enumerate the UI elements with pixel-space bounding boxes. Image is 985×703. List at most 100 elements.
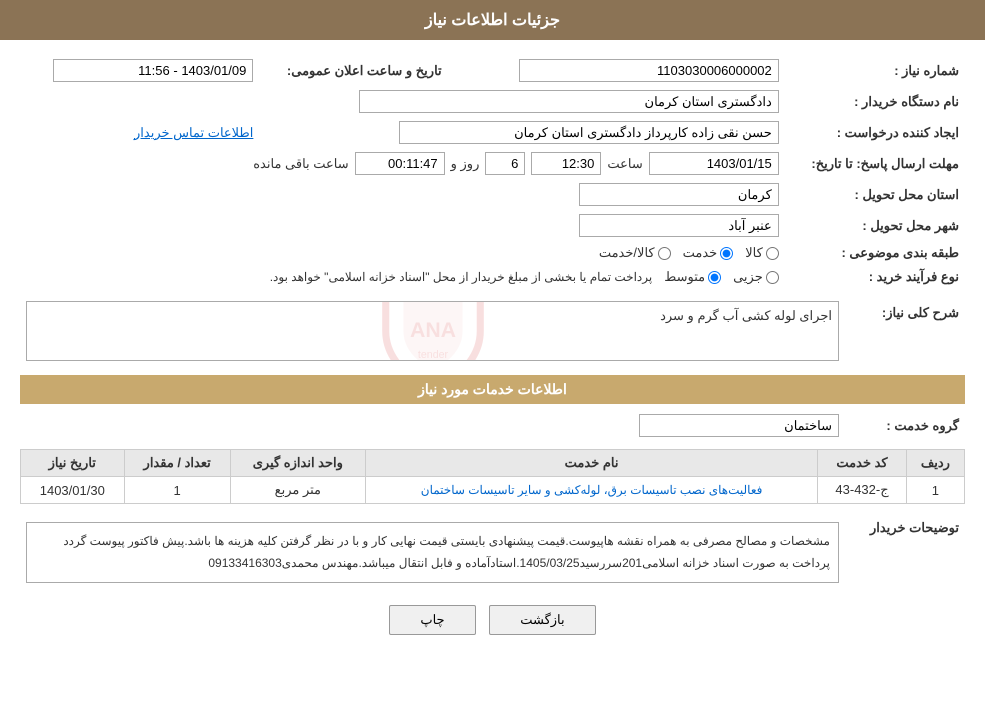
- page-wrapper: جزئیات اطلاعات نیاز شماره نیاز : تاریخ و…: [0, 0, 985, 703]
- buyer-notes-box: مشخصات و مصالح مصرفی به همراه نقشه هاپیو…: [26, 522, 839, 583]
- tabaghe-radio-group: کالا خدمت کالا/خدمت: [26, 245, 779, 261]
- noe-value-cell: جزیی متوسط پرداخت تمام یا بخشی از مبلغ خ…: [20, 265, 785, 289]
- shahr-value-cell: [20, 210, 785, 241]
- services-header-row: ردیف کد خدمت نام خدمت واحد اندازه گیری ت…: [21, 450, 965, 477]
- tarikh-elam-label: تاریخ و ساعت اعلان عمومی:: [259, 55, 447, 86]
- dastgah-label: نام دستگاه خریدار :: [785, 86, 965, 117]
- ijad-label: ایجاد کننده درخواست :: [785, 117, 965, 148]
- date-input[interactable]: [649, 152, 779, 175]
- sharh-label: شرح کلی نیاز:: [845, 297, 965, 365]
- services-tbody: 1 ج-432-43 فعالیت‌های نصب تاسیسات برق، ل…: [21, 477, 965, 504]
- radio-kala-khadamat[interactable]: کالا/خدمت: [599, 245, 671, 261]
- radio-jozi-input[interactable]: [766, 271, 779, 284]
- group-label: گروه خدمت :: [845, 410, 965, 441]
- saat-label-text: ساعت: [607, 156, 642, 172]
- tosifat-row: توضیحات خریدار مشخصات و مصالح مصرفی به ه…: [20, 512, 965, 593]
- shomara-input[interactable]: [519, 59, 779, 82]
- radio-khadamat-input[interactable]: [720, 247, 733, 260]
- radio-kala-khadamat-input[interactable]: [658, 247, 671, 260]
- col-kod: کد خدمت: [818, 450, 907, 477]
- shomara-label: شماره نیاز :: [785, 55, 965, 86]
- sharh-table: شرح کلی نیاز: ANA tender اجرای لوله کشی …: [20, 297, 965, 365]
- rooz-label-text: روز و: [451, 156, 480, 172]
- radio-motevaset[interactable]: متوسط: [664, 269, 721, 285]
- cell-nam: فعالیت‌های نصب تاسیسات برق، لوله‌کشی و س…: [365, 477, 817, 504]
- cell-tarikh: 1403/01/30: [21, 477, 125, 504]
- tarikh-elam-value-cell: [20, 55, 259, 86]
- ostan-input[interactable]: [579, 183, 779, 206]
- services-section-header: اطلاعات خدمات مورد نیاز: [20, 375, 965, 404]
- ijad-input[interactable]: [399, 121, 779, 144]
- shomara-value-cell: [478, 55, 785, 86]
- ostan-row: استان محل تحویل :: [20, 179, 965, 210]
- radio-motevaset-input[interactable]: [708, 271, 721, 284]
- shomara-row: شماره نیاز : تاریخ و ساعت اعلان عمومی:: [20, 55, 965, 86]
- sharh-row: شرح کلی نیاز: ANA tender اجرای لوله کشی …: [20, 297, 965, 365]
- saat-baqi-label-text: ساعت باقی مانده: [253, 156, 348, 172]
- svg-text:tender: tender: [417, 349, 448, 361]
- radio-khadamat-label: خدمت: [683, 245, 718, 261]
- shahr-input[interactable]: [579, 214, 779, 237]
- services-thead: ردیف کد خدمت نام خدمت واحد اندازه گیری ت…: [21, 450, 965, 477]
- ijad-row: ایجاد کننده درخواست : اطلاعات تماس خریدا…: [20, 117, 965, 148]
- col-tedaad: تعداد / مقدار: [124, 450, 230, 477]
- tosifat-label: توضیحات خریدار: [845, 512, 965, 593]
- noe-radio-group: جزیی متوسط پرداخت تمام یا بخشی از مبلغ خ…: [26, 269, 779, 285]
- saat-baqi-input[interactable]: [355, 152, 445, 175]
- cell-radif: 1: [906, 477, 964, 504]
- tabaghe-label: طبقه بندی موضوعی :: [785, 241, 965, 265]
- content-area: شماره نیاز : تاریخ و ساعت اعلان عمومی: ن…: [0, 40, 985, 662]
- tosifat-table: توضیحات خریدار مشخصات و مصالح مصرفی به ه…: [20, 512, 965, 593]
- buyer-notes-text: مشخصات و مصالح مصرفی به همراه نقشه هاپیو…: [63, 534, 830, 570]
- dastgah-row: نام دستگاه خریدار :: [20, 86, 965, 117]
- radio-khadamat[interactable]: خدمت: [683, 245, 734, 261]
- dastgah-input[interactable]: [359, 90, 779, 113]
- bottom-buttons: بازگشت چاپ: [20, 605, 965, 635]
- col-tarikh: تاریخ نیاز: [21, 450, 125, 477]
- radio-jozi-label: جزیی: [733, 269, 763, 285]
- sharh-value-cell: ANA tender اجرای لوله کشی آب گرم و سرد: [20, 297, 845, 365]
- tabaghe-value-cell: کالا خدمت کالا/خدمت: [20, 241, 785, 265]
- mohlat-row: مهلت ارسال پاسخ: تا تاریخ: ساعت روز و سا…: [20, 148, 965, 179]
- group-value-cell: [20, 410, 845, 441]
- sharh-text: اجرای لوله کشی آب گرم و سرد: [33, 308, 832, 324]
- noe-row: نوع فرآیند خرید : جزیی متوسط پرداخت تمام…: [20, 265, 965, 289]
- ostan-label: استان محل تحویل :: [785, 179, 965, 210]
- table-row: 1 ج-432-43 فعالیت‌های نصب تاسیسات برق، ل…: [21, 477, 965, 504]
- services-table: ردیف کد خدمت نام خدمت واحد اندازه گیری ت…: [20, 449, 965, 504]
- page-header: جزئیات اطلاعات نیاز: [0, 0, 985, 40]
- tarikh-elam-input[interactable]: [53, 59, 253, 82]
- group-table: گروه خدمت :: [20, 410, 965, 441]
- ostan-value-cell: [20, 179, 785, 210]
- col-radif: ردیف: [906, 450, 964, 477]
- radio-motevaset-label: متوسط: [664, 269, 705, 285]
- main-info-table: شماره نیاز : تاریخ و ساعت اعلان عمومی: ن…: [20, 55, 965, 289]
- saat-input[interactable]: [531, 152, 601, 175]
- ettelaat-tamas-link[interactable]: اطلاعات تماس خریدار: [134, 125, 253, 140]
- cell-kod: ج-432-43: [818, 477, 907, 504]
- radio-kala-khadamat-label: کالا/خدمت: [599, 245, 655, 261]
- bazgasht-button[interactable]: بازگشت: [489, 605, 595, 635]
- noe-label: نوع فرآیند خرید :: [785, 265, 965, 289]
- tosifat-value-cell: مشخصات و مصالح مصرفی به همراه نقشه هاپیو…: [20, 512, 845, 593]
- sharh-wrapper: ANA tender اجرای لوله کشی آب گرم و سرد: [26, 301, 839, 361]
- shahr-row: شهر محل تحویل :: [20, 210, 965, 241]
- mohlat-value-cell: ساعت روز و ساعت باقی مانده: [20, 148, 785, 179]
- chap-button[interactable]: چاپ: [389, 605, 475, 635]
- radio-kala[interactable]: کالا: [745, 245, 779, 261]
- ijad-value-cell: [259, 117, 784, 148]
- mohlat-label: مهلت ارسال پاسخ: تا تاریخ:: [785, 148, 965, 179]
- group-input[interactable]: [639, 414, 839, 437]
- dastgah-value-cell: [20, 86, 785, 117]
- cell-vahed: متر مربع: [230, 477, 365, 504]
- radio-kala-input[interactable]: [766, 247, 779, 260]
- col-nam: نام خدمت: [365, 450, 817, 477]
- group-row: گروه خدمت :: [20, 410, 965, 441]
- noe-description-text: پرداخت تمام یا بخشی از مبلغ خریدار از مح…: [270, 270, 653, 284]
- rooz-input[interactable]: [485, 152, 525, 175]
- shahr-label: شهر محل تحویل :: [785, 210, 965, 241]
- col-vahed: واحد اندازه گیری: [230, 450, 365, 477]
- ettelaat-link-cell[interactable]: اطلاعات تماس خریدار: [20, 117, 259, 148]
- cell-tedaad: 1: [124, 477, 230, 504]
- radio-jozi[interactable]: جزیی: [733, 269, 779, 285]
